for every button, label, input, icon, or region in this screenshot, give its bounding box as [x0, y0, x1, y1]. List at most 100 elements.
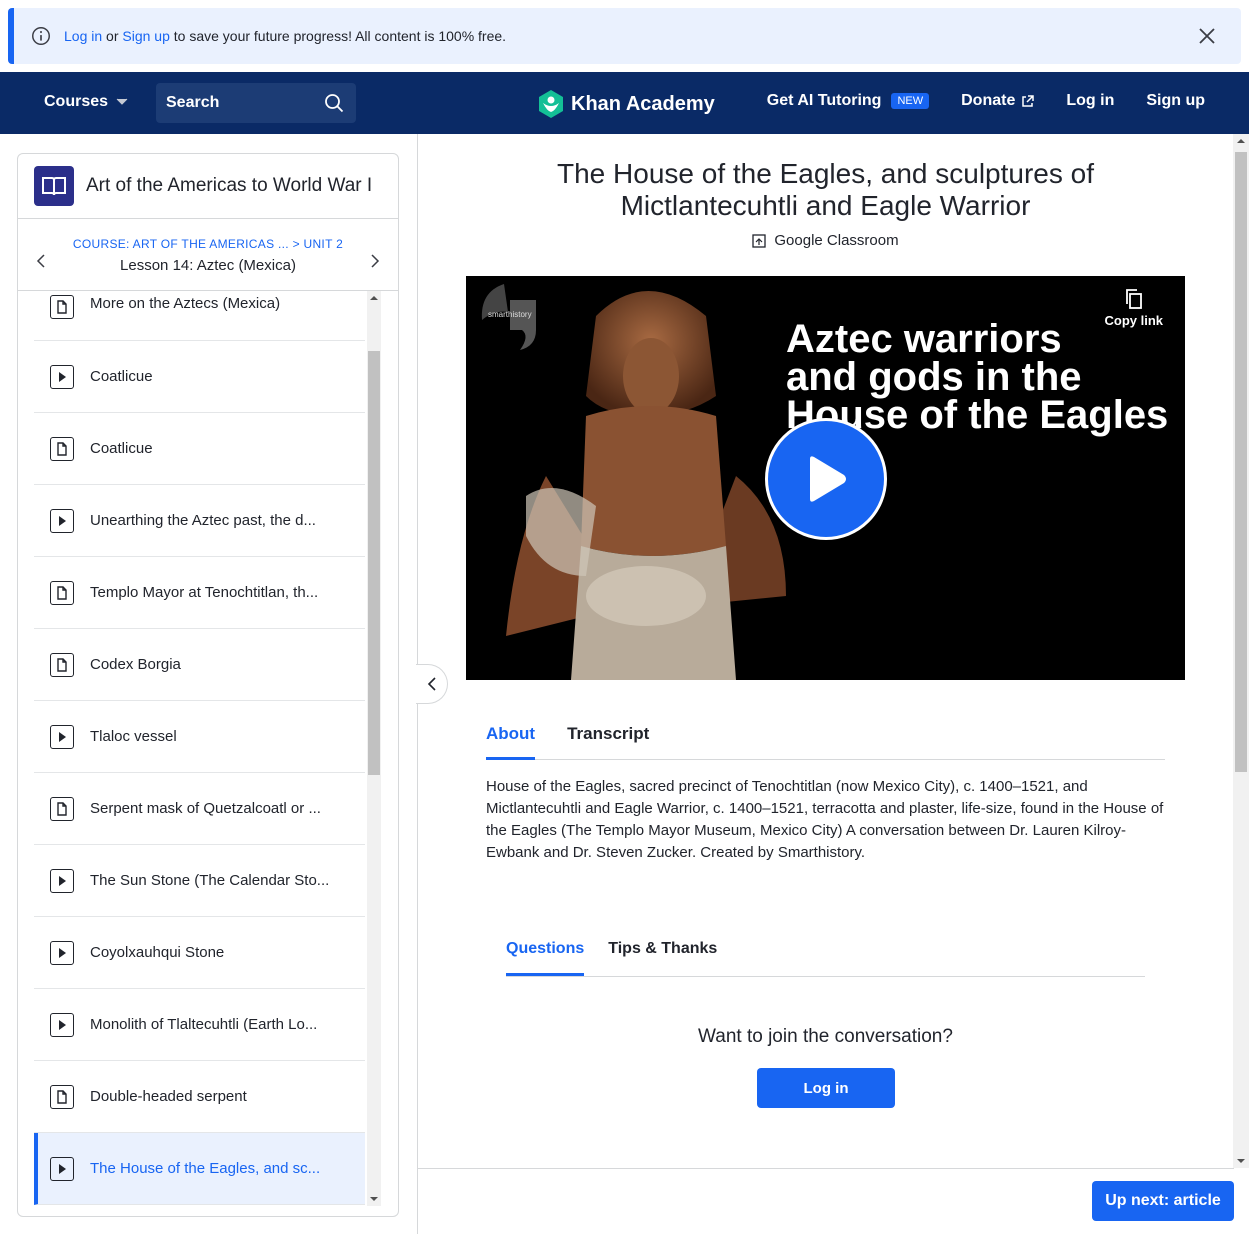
title-line-1: The House of the Eagles, and sculptures … [557, 158, 1094, 189]
video-title-line-2: and gods in the [786, 355, 1082, 399]
sidebar-item-label: Codex Borgia [90, 656, 181, 673]
external-link-icon [1022, 94, 1035, 107]
courses-menu-button[interactable]: Courses [44, 93, 128, 111]
courses-label: Courses [44, 93, 109, 110]
copy-link-label: Copy link [1104, 313, 1163, 328]
chevron-right-icon[interactable] [370, 253, 380, 269]
video-player[interactable]: smarthistory Aztec warriors and gods in … [466, 276, 1185, 680]
sidebar-scrollbar[interactable] [367, 291, 381, 1206]
google-classroom-button[interactable]: Google Classroom [418, 232, 1233, 249]
video-icon [50, 724, 74, 749]
copy-link-button[interactable]: Copy link [1104, 288, 1163, 328]
up-next-button[interactable]: Up next: article [1092, 1181, 1234, 1221]
breadcrumb-unit[interactable]: > UNIT 2 [293, 237, 344, 251]
smarthistory-text: smarthistory [488, 310, 532, 319]
scroll-up-icon[interactable] [367, 293, 381, 303]
khan-academy-logo[interactable]: Khan Academy [537, 89, 715, 119]
main-scroll-thumb[interactable] [1235, 152, 1247, 772]
breadcrumb-course[interactable]: COURSE: ART OF THE AMERICAS ... [73, 237, 289, 251]
sidebar-item[interactable]: The Sun Stone (The Calendar Sto... [34, 845, 365, 917]
lesson-navigator: COURSE: ART OF THE AMERICAS ... > UNIT 2… [18, 219, 398, 291]
sidebar-item-label: More on the Aztecs (Mexica) [90, 295, 281, 312]
banner-or-text: or [106, 28, 119, 44]
sidebar-item[interactable]: Coyolxauhqui Stone [34, 917, 365, 989]
sidebar-item-label: Unearthing the Aztec past, the d... [90, 512, 316, 529]
info-icon [32, 27, 50, 45]
nav-right: Get AI Tutoring NEW Donate Log in Sign u… [767, 92, 1205, 110]
lesson-title: Lesson 14: Aztec (Mexica) [120, 257, 296, 274]
tab-questions[interactable]: Questions [506, 940, 585, 976]
chevron-left-icon [427, 677, 436, 691]
article-icon [50, 796, 74, 821]
course-title[interactable]: Art of the Americas to World War I [86, 175, 372, 197]
play-button[interactable] [765, 418, 887, 540]
article-icon [50, 580, 74, 605]
donate-link[interactable]: Donate [961, 92, 1035, 110]
sidebar-item[interactable]: Unearthing the Aztec past, the d... [34, 485, 365, 557]
footer-bar: Up next: article [418, 1168, 1234, 1234]
article-icon [50, 436, 74, 461]
sidebar-item[interactable]: Codex Borgia [34, 629, 365, 701]
about-description: House of the Eagles, sacred precinct of … [486, 778, 1164, 861]
breadcrumb: COURSE: ART OF THE AMERICAS ... > UNIT 2 [18, 237, 398, 251]
search-input[interactable]: Search [156, 83, 356, 123]
discussion-tabs: Questions Tips & Thanks [506, 940, 1145, 977]
video-icon [50, 364, 74, 389]
sidebar-item[interactable]: The House of the Eagles, and sc... [34, 1133, 365, 1205]
scroll-up-icon[interactable] [1233, 136, 1249, 146]
sidebar-item[interactable]: Monolith of Tlaltecuhtli (Earth Lo... [34, 989, 365, 1061]
top-nav: Courses Search Khan Academy Get AI Tutor… [0, 72, 1249, 134]
sidebar-item[interactable]: Serpent mask of Quetzalcoatl or ... [34, 773, 365, 845]
video-title-overlay: Aztec warriors and gods in the House of … [786, 319, 1168, 435]
sidebar-item[interactable]: Templo Mayor at Tenochtitlan, th... [34, 557, 365, 629]
article-icon [50, 652, 74, 677]
banner-rest-text: to save your future progress! All conten… [173, 28, 507, 44]
course-icon [34, 166, 74, 206]
discussion-login-button[interactable]: Log in [757, 1068, 895, 1108]
main-scrollbar[interactable] [1233, 134, 1249, 1168]
sidebar-item[interactable]: Tlaloc vessel [34, 701, 365, 773]
tab-tips-thanks[interactable]: Tips & Thanks [608, 940, 717, 976]
banner-signup-link[interactable]: Sign up [122, 28, 169, 44]
sidebar-item-label: The Sun Stone (The Calendar Sto... [90, 872, 330, 889]
scroll-down-icon[interactable] [1233, 1156, 1249, 1166]
sidebar-item-label: Templo Mayor at Tenochtitlan, th... [90, 584, 319, 601]
sidebar-item[interactable]: Double-headed serpent [34, 1061, 365, 1133]
book-icon [42, 177, 66, 196]
sidebar-item[interactable]: Coatlicue [34, 413, 365, 485]
scroll-down-icon[interactable] [367, 1194, 381, 1204]
lesson-item-list: More on the Aztecs (Mexica) Coatlicue Coat… [34, 291, 365, 1206]
sidebar-item-label: Coyolxauhqui Stone [90, 944, 225, 961]
banner-login-link[interactable]: Log in [64, 28, 102, 44]
video-icon [50, 940, 74, 965]
sidebar-scroll-thumb[interactable] [368, 351, 380, 775]
close-icon[interactable] [1197, 26, 1217, 46]
search-placeholder: Search [166, 94, 220, 111]
header-login-link[interactable]: Log in [1066, 92, 1114, 110]
khan-leaf-icon [539, 90, 563, 118]
play-icon [810, 456, 846, 502]
tab-about[interactable]: About [486, 724, 536, 760]
logo-text: Khan Academy [571, 92, 715, 115]
ai-tutoring-link[interactable]: Get AI Tutoring NEW [766, 92, 930, 110]
new-badge: NEW [891, 93, 930, 109]
sidebar-item[interactable]: Coatlicue [34, 341, 365, 413]
ai-tutoring-label: Get AI Tutoring [766, 92, 882, 109]
banner-message: Log in or Sign up to save your future pr… [64, 28, 506, 44]
tab-transcript[interactable]: Transcript [567, 724, 649, 760]
sidebar-item-label: Tlaloc vessel [90, 728, 177, 745]
sidebar-item[interactable]: More on the Aztecs (Mexica) [34, 291, 365, 341]
header-signup-link[interactable]: Sign up [1146, 92, 1205, 110]
video-icon [50, 1012, 74, 1037]
title-line-2: Mictlantecuhtli and Eagle Warrior [620, 190, 1031, 221]
article-icon [50, 295, 74, 319]
signup-banner: Log in or Sign up to save your future pr… [8, 8, 1241, 64]
video-icon [50, 1156, 74, 1181]
join-conversation-prompt: Want to join the conversation? [698, 1026, 953, 1047]
sidebar-item-label: Coatlicue [90, 368, 153, 385]
google-classroom-label: Google Classroom [774, 232, 899, 249]
collapse-sidebar-button[interactable] [416, 664, 448, 704]
video-icon [50, 508, 74, 533]
search-icon[interactable] [324, 93, 344, 113]
sidebar-item-label: The House of the Eagles, and sc... [90, 1160, 321, 1177]
